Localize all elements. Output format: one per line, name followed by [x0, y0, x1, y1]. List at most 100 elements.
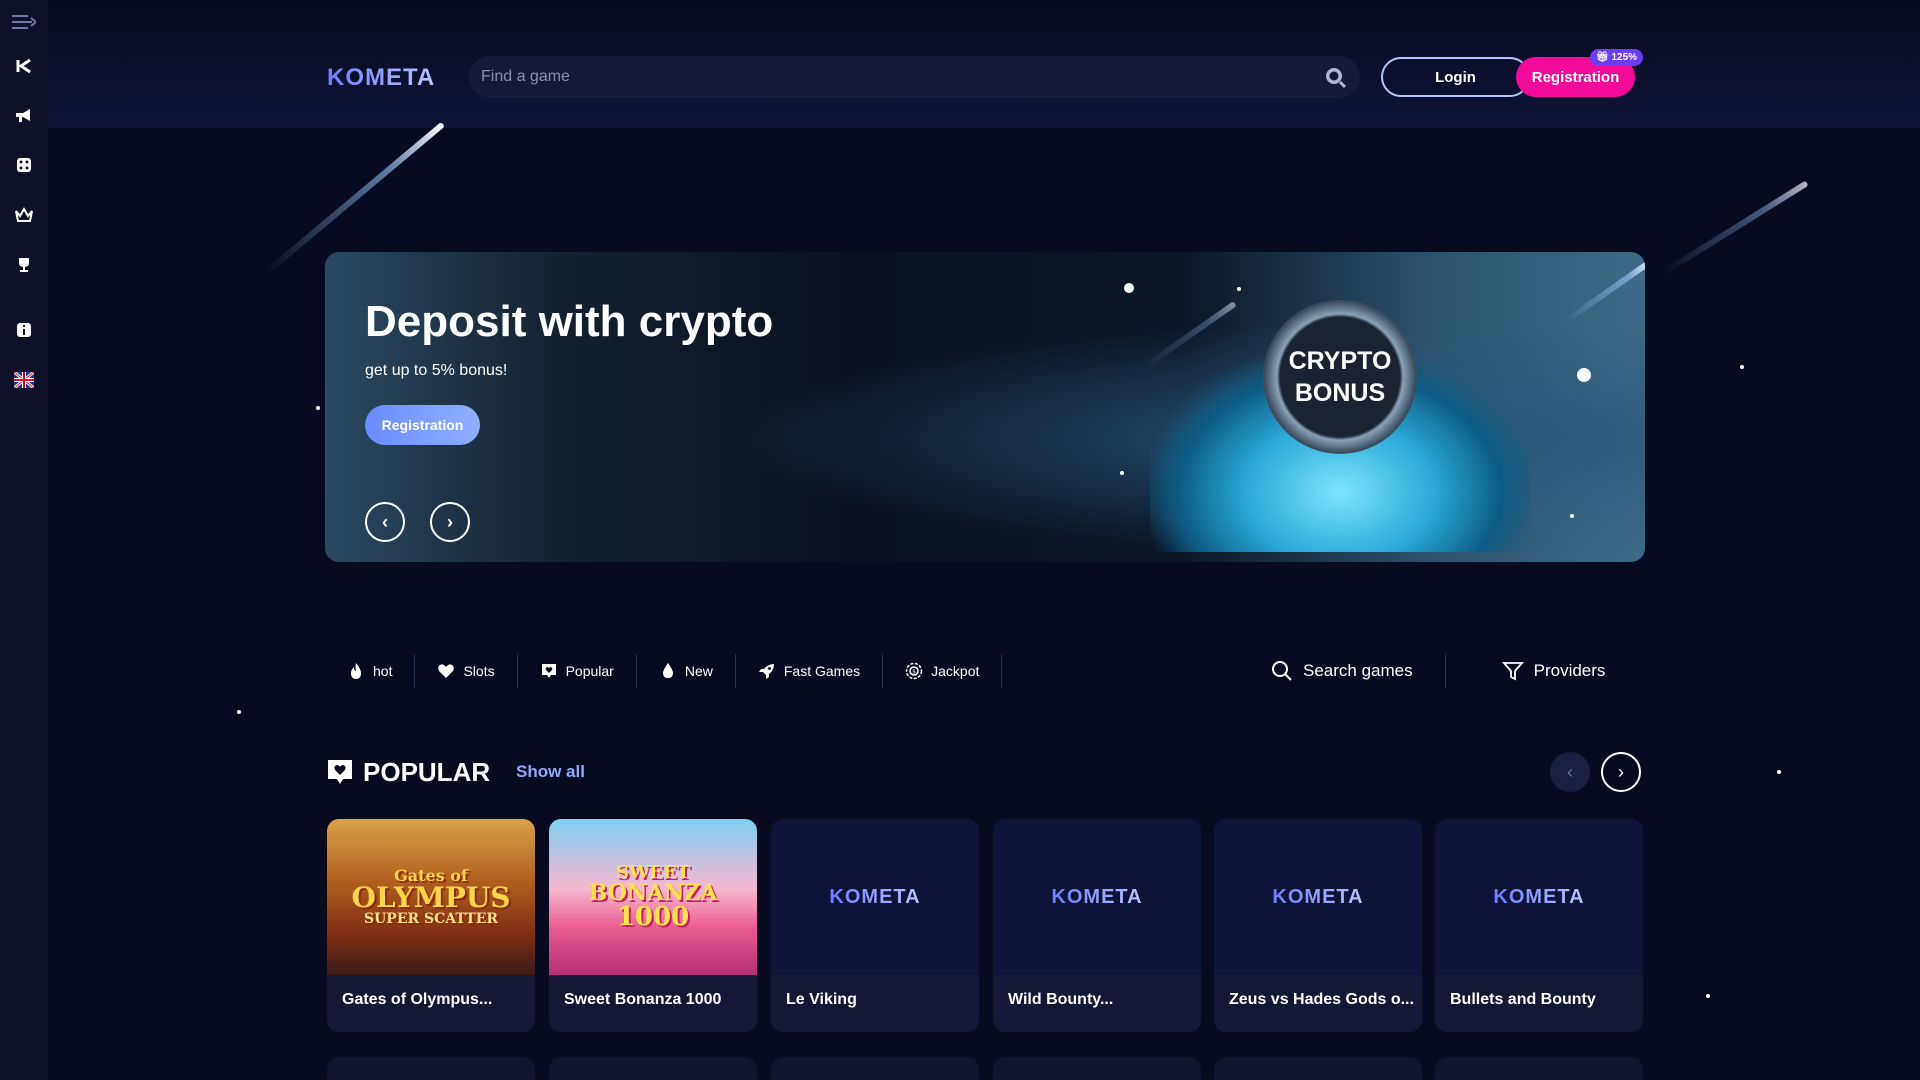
comet-decoration [1661, 180, 1809, 276]
crown-icon[interactable] [12, 203, 36, 227]
tab-popular[interactable]: Popular [518, 654, 637, 688]
megaphone-icon[interactable] [12, 103, 36, 127]
tab-fast-games[interactable]: Fast Games [736, 654, 884, 688]
tab-label: New [684, 663, 713, 679]
game-art-title: Gates of OLYMPUS SUPER SCATTER [351, 866, 511, 927]
chevron-left-icon: ‹ [1567, 761, 1573, 782]
game-name: Zeus vs Hades Gods o... [1229, 991, 1413, 1008]
game-name: Gates of Olympus... [342, 991, 493, 1008]
tab-label: Jackpot [931, 663, 980, 679]
coin-text: BONUS [1294, 379, 1386, 407]
placeholder-logo: KOMETA [1272, 885, 1364, 908]
search-input[interactable] [481, 56, 1281, 98]
section-title: POPULAR [363, 757, 491, 787]
tab-label: Fast Games [783, 663, 861, 679]
gift-icon: 🎁︎ [1596, 52, 1609, 63]
promo-banner[interactable]: CRYPTO BONUS Deposit with crypto get up … [325, 252, 1645, 562]
game-thumbnail: SWEET BONANZA 1000 [549, 819, 757, 975]
divider [1444, 654, 1446, 688]
dice-icon[interactable] [12, 153, 36, 177]
game-thumbnail: KOMETA [771, 819, 979, 975]
filter-icon [1501, 662, 1524, 681]
game-thumbnail: KOMETA [993, 819, 1201, 975]
svg-text:$: $ [912, 669, 916, 676]
tab-jackpot[interactable]: $ Jackpot [883, 654, 1003, 688]
search-icon [1272, 661, 1292, 681]
game-card[interactable] [549, 1057, 757, 1080]
tab-label: hot [373, 663, 393, 679]
banner-registration-button[interactable]: Registration [365, 405, 480, 445]
uk-flag-icon[interactable] [12, 368, 36, 392]
game-card[interactable]: KOMETA Zeus vs Hades Gods o... [1214, 819, 1422, 1032]
chevron-right-icon: › [447, 511, 453, 532]
popular-next-button[interactable]: › [1601, 752, 1641, 792]
trophy-icon[interactable] [12, 253, 36, 277]
kometa-k-icon[interactable] [12, 54, 36, 78]
show-all-link[interactable]: Show all [516, 762, 585, 782]
game-card[interactable] [771, 1057, 979, 1080]
game-card[interactable] [1435, 1057, 1643, 1080]
tab-new[interactable]: New [637, 654, 736, 688]
providers-button[interactable]: Providers [1501, 654, 1606, 688]
game-art-title: SWEET BONANZA 1000 [588, 862, 718, 932]
game-card[interactable]: SWEET BONANZA 1000 Sweet Bonanza 1000 [549, 819, 757, 1032]
game-name: Bullets and Bounty [1450, 991, 1596, 1008]
star-decoration [237, 710, 241, 714]
fire-icon [351, 663, 361, 679]
placeholder-logo: KOMETA [1493, 885, 1585, 908]
crypto-bonus-coin: CRYPTO BONUS [1263, 300, 1417, 454]
rocket-icon [758, 664, 774, 679]
search-games-button[interactable]: Search games [1271, 654, 1413, 688]
coin-text: CRYPTO [1288, 347, 1392, 375]
banner-next-button[interactable]: › [430, 502, 470, 542]
heart-badge-icon [328, 760, 352, 784]
tab-hot[interactable]: hot [325, 654, 416, 688]
game-card[interactable] [1214, 1057, 1422, 1080]
game-card[interactable]: KOMETA Wild Bounty... [993, 819, 1201, 1032]
sidebar [0, 0, 48, 1080]
game-card[interactable]: KOMETA Bullets and Bounty [1435, 819, 1643, 1032]
kometa-logo[interactable]: KOMETA [327, 64, 435, 92]
comet-decoration [1563, 255, 1645, 325]
game-card[interactable]: KOMETA Le Viking [771, 819, 979, 1032]
game-name: Le Viking [786, 991, 857, 1008]
star-decoration [1577, 368, 1591, 382]
game-thumbnail: KOMETA [1435, 819, 1643, 975]
game-card[interactable]: Gates of OLYMPUS SUPER SCATTER Gates of … [327, 819, 535, 1032]
star-decoration [1740, 365, 1744, 369]
game-name: Wild Bounty... [1008, 991, 1114, 1008]
tab-slots[interactable]: Slots [415, 654, 518, 688]
star-decoration [1777, 770, 1781, 774]
chevron-right-icon: › [1618, 761, 1624, 782]
banner-prev-button[interactable]: ‹ [365, 502, 405, 542]
star-decoration [1237, 287, 1241, 291]
banner-subtitle: get up to 5% bonus! [365, 362, 508, 379]
game-card[interactable] [993, 1057, 1201, 1080]
registration-bonus-badge: 🎁︎ 125% [1590, 49, 1644, 66]
game-thumbnail: Gates of OLYMPUS SUPER SCATTER [327, 819, 535, 975]
star-decoration [1570, 514, 1574, 518]
tab-label: Popular [565, 663, 614, 679]
placeholder-logo: KOMETA [1051, 885, 1143, 908]
placeholder-logo: KOMETA [829, 885, 921, 908]
heart-icon [438, 664, 455, 678]
game-thumbnail: KOMETA [1214, 819, 1422, 975]
tab-label: Slots [463, 663, 495, 679]
popular-prev-button[interactable]: ‹ [1550, 752, 1590, 792]
jackpot-coin-icon: $ [905, 662, 923, 680]
menu-icon[interactable] [12, 10, 36, 34]
star-decoration [1706, 994, 1710, 998]
star-decoration [316, 406, 320, 410]
game-card[interactable] [327, 1057, 535, 1080]
star-decoration [1120, 471, 1124, 475]
info-icon[interactable] [12, 318, 36, 342]
banner-title: Deposit with crypto [365, 297, 774, 346]
game-search-bar [469, 56, 1360, 98]
providers-label: Providers [1533, 661, 1606, 680]
search-games-label: Search games [1303, 661, 1413, 680]
login-button[interactable]: Login [1381, 57, 1530, 97]
game-tools: Search games Providers [1271, 648, 1605, 694]
search-icon[interactable] [1324, 66, 1346, 88]
star-decoration [1124, 283, 1134, 293]
game-name: Sweet Bonanza 1000 [564, 991, 722, 1008]
